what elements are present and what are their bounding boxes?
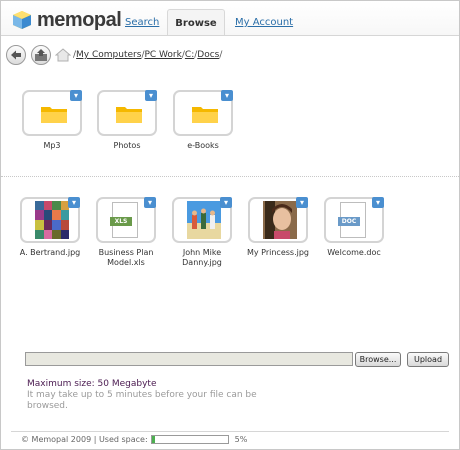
breadcrumb-pc-work[interactable]: PC Work [144,50,181,60]
file-item-a-bertrand[interactable]: ▾ A. Bertrand.jpg [15,197,85,258]
home-icon [54,48,72,62]
home-button[interactable] [54,47,72,63]
folder-tile[interactable]: ▾ [22,90,82,136]
chevron-down-icon[interactable]: ▾ [144,197,156,208]
file-item-john-mike-danny[interactable]: ▾ John Mike Danny.jpg [167,197,237,268]
tab-my-account[interactable]: My Account [235,17,293,28]
file-tile[interactable]: ▾ [172,197,232,243]
used-space-fill [151,436,156,443]
file-label: Welcome.doc [327,248,381,257]
breadcrumb-docs[interactable]: Docs [197,50,219,60]
folder-item-ebooks[interactable]: ▾ e-Books [168,90,238,151]
browse-button[interactable]: Browse... [355,352,401,367]
folder-label: e-Books [187,141,219,150]
file-tile[interactable]: ▾ [20,197,80,243]
file-label: Business Plan Model.xls [98,248,154,267]
memopal-logo-icon [13,11,31,29]
file-tile[interactable]: ▾ [248,197,308,243]
tab-search[interactable]: Search [125,17,159,28]
breadcrumb-c-drive[interactable]: C: [185,50,194,60]
portrait-photo-thumbnail [263,201,297,239]
header-divider [1,35,459,36]
doc-file-icon: DOC [338,202,366,238]
used-space-bar [150,435,229,444]
doc-badge: DOC [338,217,360,226]
up-folder-icon [35,49,47,61]
chevron-down-icon[interactable]: ▾ [221,90,233,101]
upload-note: It may take up to 5 minutes before your … [27,390,257,411]
folder-label: Mp3 [43,141,61,150]
file-label: John Mike Danny.jpg [182,248,222,267]
section-divider [1,176,459,177]
chevron-down-icon[interactable]: ▾ [70,90,82,101]
xls-file-icon: XLS [110,202,138,238]
folder-tile[interactable]: ▾ [97,90,157,136]
back-button[interactable] [6,45,26,65]
chevron-down-icon[interactable]: ▾ [296,197,308,208]
file-label: A. Bertrand.jpg [19,248,81,257]
folder-icon [192,107,218,123]
tab-browse[interactable]: Browse [167,9,225,36]
file-item-my-princess[interactable]: ▾ My Princess.jpg [243,197,313,258]
max-size-text: Maximum size: 50 Megabyte [27,379,157,389]
logo-text: memopal [37,8,122,31]
chevron-down-icon[interactable]: ▾ [220,197,232,208]
back-arrow-icon [11,50,21,60]
app-window: memopal Search Browse My Account /My Com… [0,0,460,450]
file-item-business-plan[interactable]: XLS ▾ Business Plan Model.xls [91,197,161,268]
folder-label: Photos [113,141,141,150]
folder-icon [41,107,67,123]
file-item-welcome-doc[interactable]: DOC ▾ Welcome.doc [319,197,389,258]
breadcrumb: /My Computers/PC Work/C:/Docs/ [73,50,223,60]
xls-badge: XLS [110,217,132,226]
footer-divider [11,431,449,432]
chevron-down-icon[interactable]: ▾ [145,90,157,101]
file-label: My Princess.jpg [246,248,310,257]
folder-item-photos[interactable]: ▾ Photos [92,90,162,151]
breadcrumb-my-computers[interactable]: My Computers [76,50,141,60]
file-tile[interactable]: DOC ▾ [324,197,384,243]
file-path-input[interactable] [25,352,353,366]
chevron-down-icon[interactable]: ▾ [372,197,384,208]
folder-tile[interactable]: ▾ [173,90,233,136]
folder-icon [116,107,142,123]
upload-button[interactable]: Upload [407,352,449,367]
used-space-percent: 5% [234,435,248,444]
footer: © Memopal 2009 | Used space: 5% [21,435,247,444]
up-folder-button[interactable] [31,45,51,65]
mosaic-image-thumbnail [35,201,69,239]
chevron-down-icon[interactable]: ▾ [68,197,80,208]
file-tile[interactable]: XLS ▾ [96,197,156,243]
footer-copyright: © Memopal 2009 | Used space: [21,435,148,444]
logo: memopal [11,8,122,32]
beach-photo-thumbnail [187,201,221,239]
folder-item-mp3[interactable]: ▾ Mp3 [17,90,87,151]
